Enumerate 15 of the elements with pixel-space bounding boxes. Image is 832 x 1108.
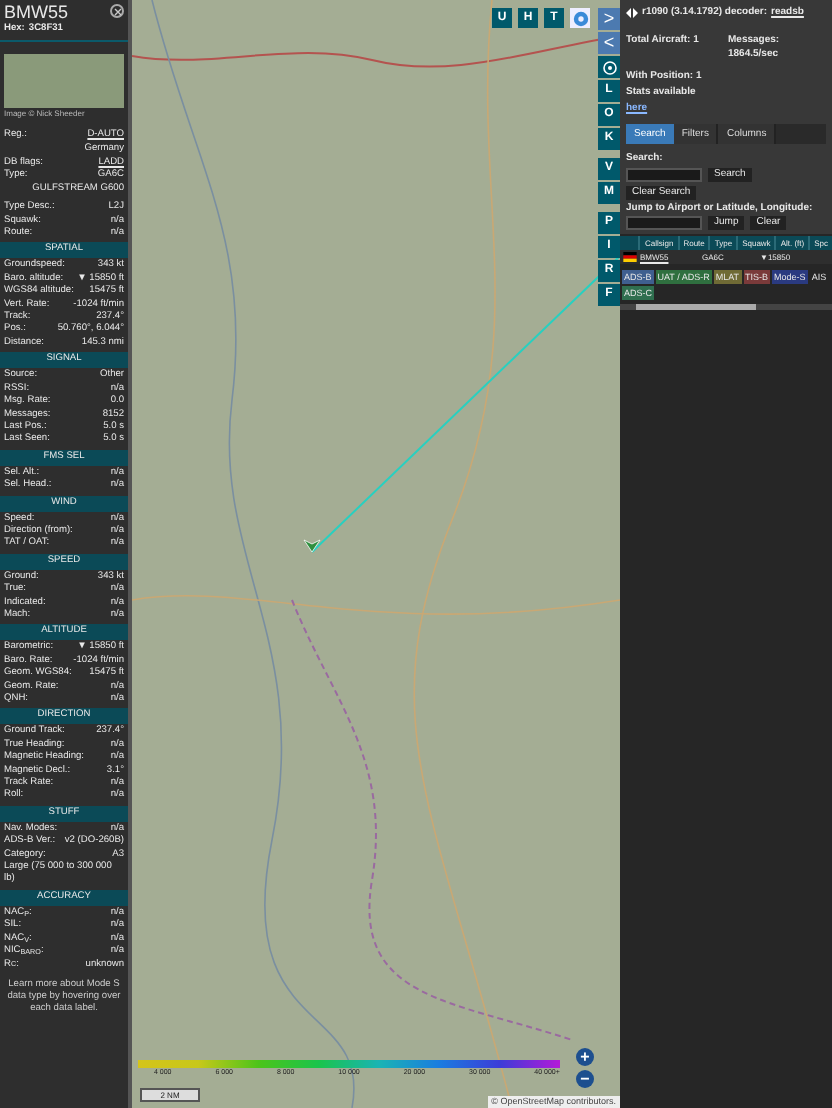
- swap-icon: [626, 8, 638, 19]
- panel-toggle-button[interactable]: <: [598, 32, 620, 54]
- settings-icon: [601, 59, 617, 75]
- aircraft-callsign: BMW55: [4, 2, 69, 22]
- panel-toggle-button[interactable]: >: [598, 8, 620, 30]
- close-button[interactable]: [110, 4, 124, 18]
- flag-icon: [622, 251, 638, 261]
- photo-placeholder: [4, 54, 124, 109]
- settings-icon: [571, 9, 589, 27]
- close-icon: [113, 7, 121, 15]
- zoom-out-button[interactable]: −: [576, 1070, 594, 1088]
- search-field[interactable]: [626, 167, 702, 181]
- settings-button[interactable]: [598, 56, 620, 78]
- jump-field[interactable]: [626, 215, 702, 229]
- zoom-in-button[interactable]: +: [576, 1048, 594, 1066]
